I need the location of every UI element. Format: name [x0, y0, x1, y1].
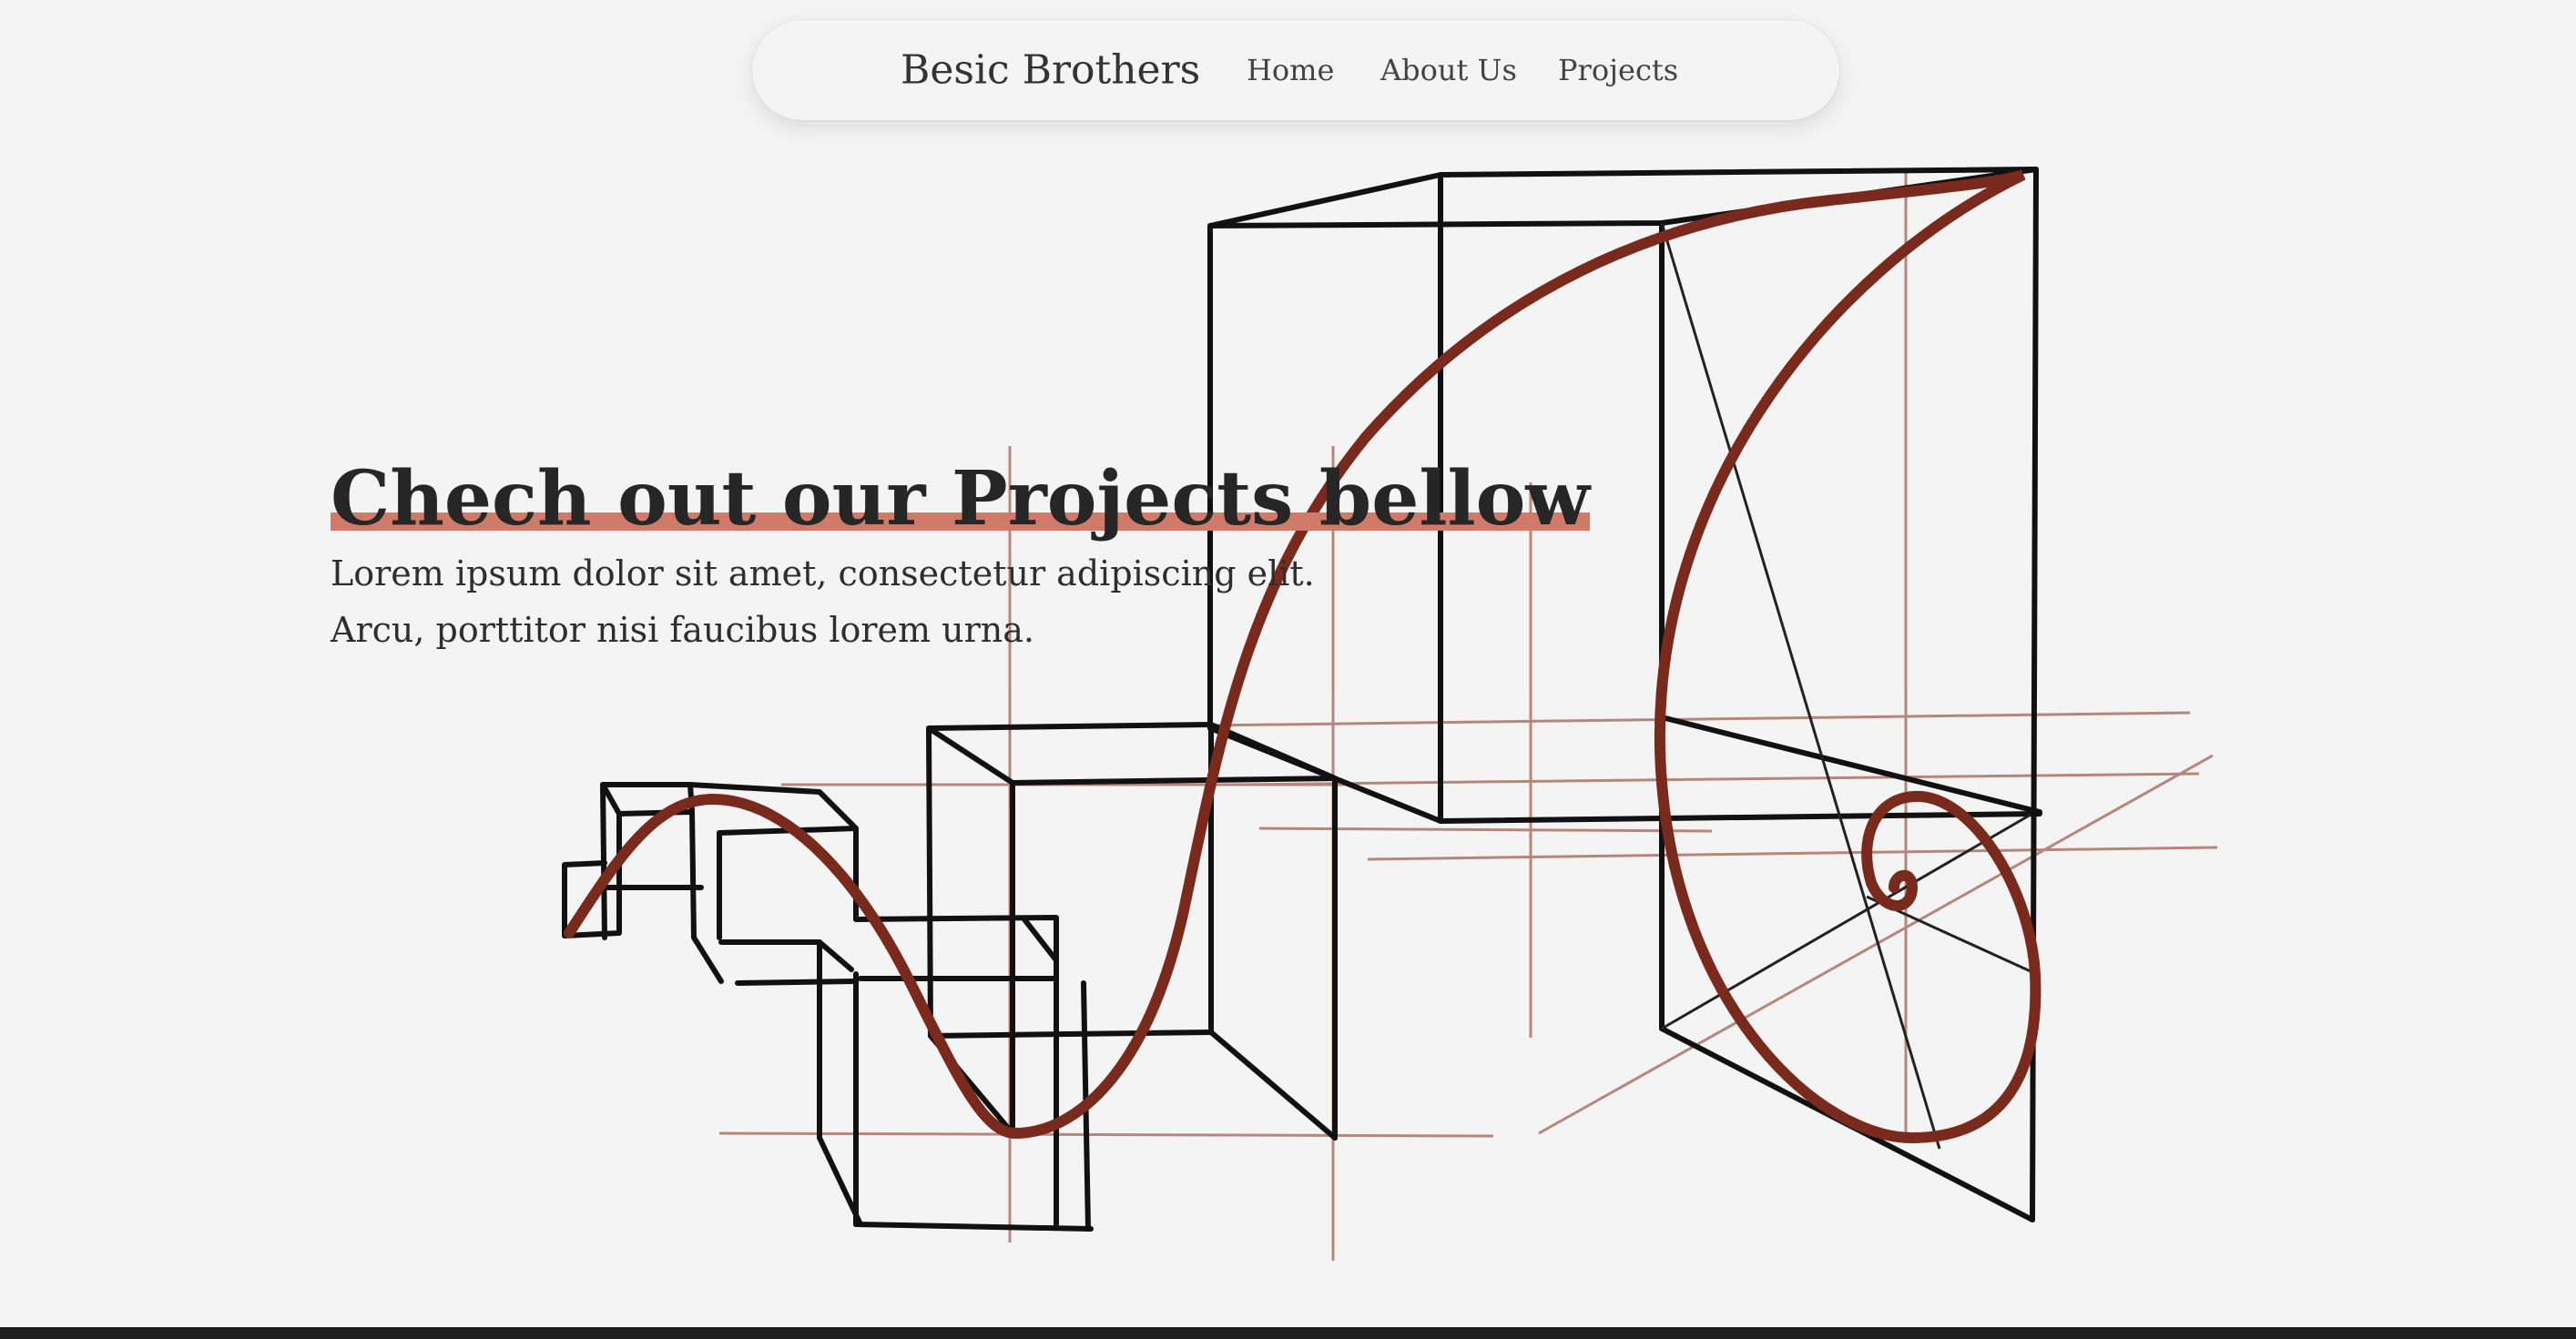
footer-bar: [0, 1327, 2576, 1339]
page: Besic Brothers Home About Us Projects Ch…: [0, 0, 2576, 1339]
hero-headline: Chech out our Projects bellow: [331, 460, 1590, 538]
navbar: Besic Brothers Home About Us Projects: [752, 20, 1839, 120]
hero-description-line-2: Arcu, porttitor nisi faucibus lorem urna…: [331, 610, 1034, 651]
nav-link-home[interactable]: Home: [1247, 53, 1334, 87]
hero-description: Lorem ipsum dolor sit amet, consectetur …: [331, 545, 1590, 658]
perspective-lines: [1660, 222, 2033, 1150]
nav-link-about-us[interactable]: About Us: [1380, 53, 1517, 87]
hero-description-line-1: Lorem ipsum dolor sit amet, consectetur …: [331, 553, 1315, 594]
brand-logo[interactable]: Besic Brothers: [901, 47, 1200, 94]
golden-spiral-illustration: [562, 167, 2218, 1261]
nav-link-projects[interactable]: Projects: [1558, 53, 1678, 87]
hero-headline-text: Chech out our Projects bellow: [331, 455, 1590, 543]
hero-section: Chech out our Projects bellow Lorem ipsu…: [331, 460, 1590, 658]
